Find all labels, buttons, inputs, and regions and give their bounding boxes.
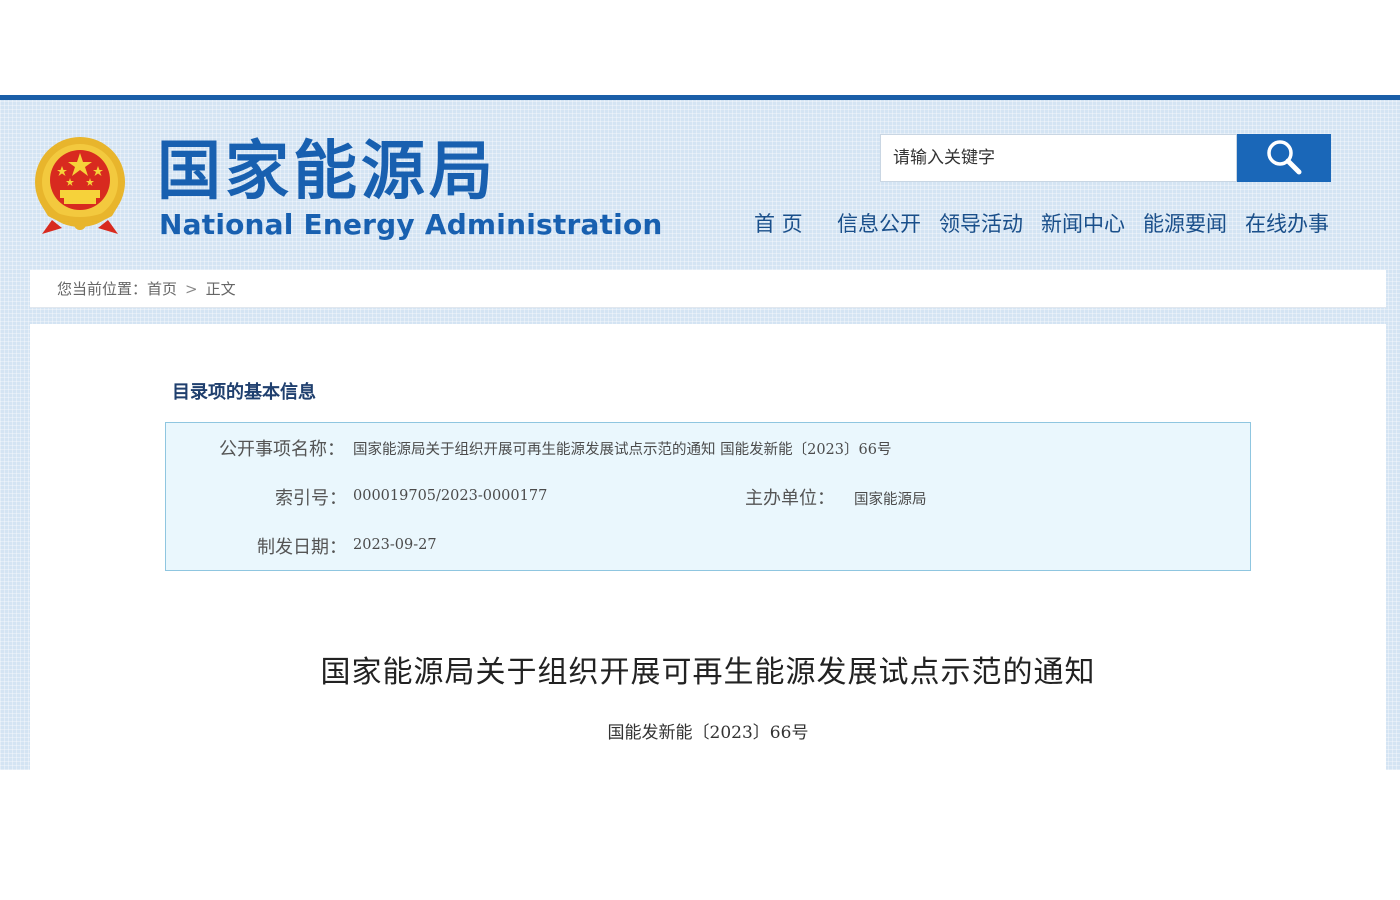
breadcrumb-prefix: 您当前位置： (57, 280, 148, 298)
search-button[interactable] (1237, 134, 1331, 182)
top-blank-area (0, 0, 1400, 95)
search-input[interactable] (880, 134, 1237, 182)
index-number-value: 000019705/2023-0000177 (353, 488, 548, 504)
nav-item-news-center[interactable]: 新闻中心 (1041, 208, 1125, 240)
national-emblem-icon[interactable] (32, 136, 128, 236)
breadcrumb-current: 正文 (205, 280, 236, 298)
issue-date-value: 2023-09-27 (353, 537, 437, 553)
item-name-value: 国家能源局关于组织开展可再生能源发展试点示范的通知 国能发新能〔2023〕66号 (353, 442, 892, 458)
host-unit-value: 国家能源局 (854, 492, 927, 508)
nav-item-leader-activities[interactable]: 领导活动 (939, 208, 1023, 240)
document-title: 国家能源局关于组织开展可再生能源发展试点示范的通知 (320, 655, 1096, 690)
search-icon (1264, 137, 1304, 180)
site-logo-cn[interactable]: 国家能源局 (157, 132, 497, 212)
nav-item-energy-news[interactable]: 能源要闻 (1143, 208, 1227, 240)
nav-item-online-services[interactable]: 在线办事 (1245, 208, 1329, 240)
catalog-section-title: 目录项的基本信息 (172, 382, 316, 403)
document-number: 国能发新能〔2023〕66号 (607, 723, 809, 743)
breadcrumb-separator: > (185, 280, 198, 298)
item-name-label: 公开事项名称： (219, 439, 345, 460)
nav-item-home[interactable]: 首 页 (754, 208, 803, 240)
site-logo-en[interactable]: National Energy Administration (159, 207, 663, 243)
breadcrumb-home-link[interactable]: 首页 (147, 270, 177, 308)
bottom-blank-area (0, 770, 1400, 900)
issue-date-label: 制发日期： (257, 537, 347, 558)
index-number-label: 索引号： (275, 488, 347, 509)
nav-item-info-disclosure[interactable]: 信息公开 (837, 208, 921, 240)
host-unit-label: 主办单位： (745, 488, 835, 509)
breadcrumb: 您当前位置：首页 > 正文 (30, 270, 1386, 308)
